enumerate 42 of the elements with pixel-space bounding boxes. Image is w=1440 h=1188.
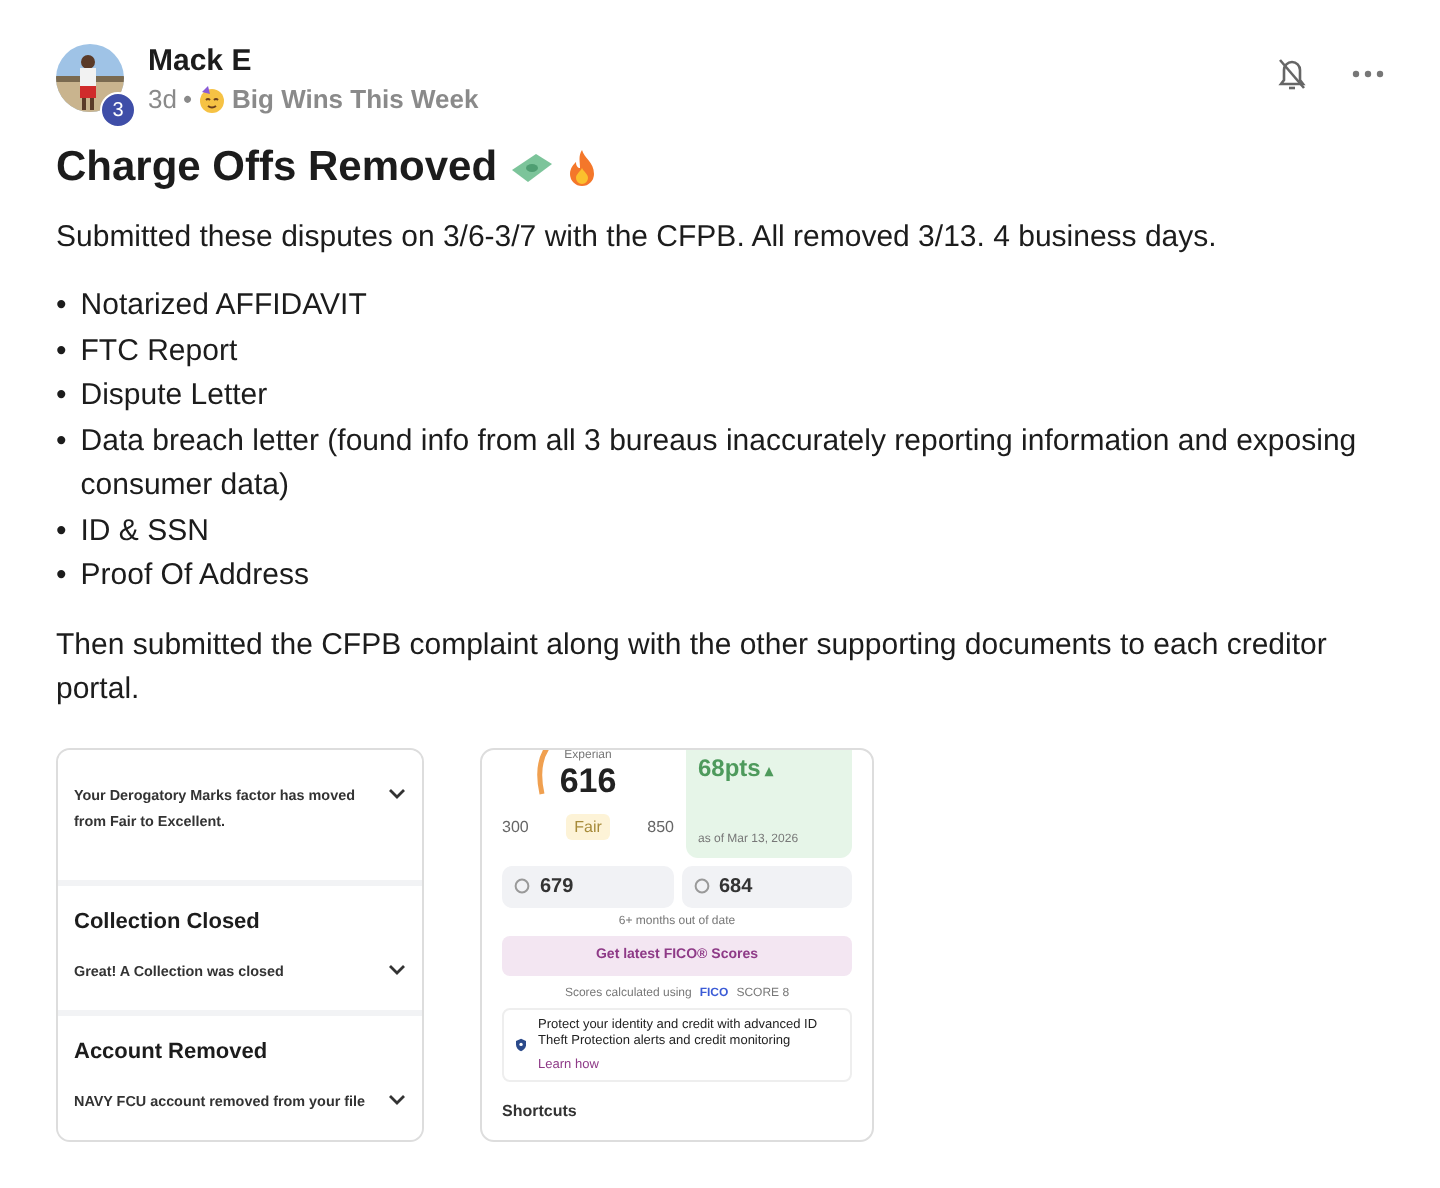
bell-off-icon[interactable] <box>1276 56 1308 92</box>
up-arrow-icon: ▴ <box>765 761 774 779</box>
shield-icon <box>516 1033 527 1055</box>
bullet-marker: • <box>56 286 67 326</box>
shortcuts-heading: Shortcuts <box>502 1101 579 1119</box>
card-heading: Account Removed <box>74 1039 270 1064</box>
list-item: Dispute Letter <box>80 376 268 416</box>
score-value: 679 <box>540 875 574 897</box>
bullet-marker: • <box>56 511 67 551</box>
post-title: Charge Offs Removed <box>56 144 498 192</box>
chevron-down-icon[interactable] <box>388 1093 406 1106</box>
scale-min: 300 <box>502 817 529 835</box>
post-age: 3d <box>148 84 177 114</box>
score-change: 68pts <box>698 753 761 781</box>
bullet-marker: • <box>56 421 67 461</box>
bullet-marker: • <box>56 376 67 416</box>
closing-paragraph: Then submitted the CFPB complaint along with the other supporting documents to each creditor portal. <box>56 625 1329 709</box>
more-icon[interactable] <box>1352 70 1384 78</box>
scale-max: 850 <box>647 817 674 835</box>
fire-icon <box>565 148 598 188</box>
bureau-logo-icon <box>514 878 530 894</box>
bullet-marker: • <box>56 331 67 371</box>
list-item: Notarized AFFIDAVIT <box>80 286 367 326</box>
bureau-logo-icon <box>693 878 709 894</box>
list-item: FTC Report <box>80 331 238 371</box>
author-name[interactable]: Mack E <box>148 44 1260 78</box>
rating-label: Fair <box>566 813 610 839</box>
list-item: Proof Of Address <box>80 556 309 596</box>
bullet-marker: • <box>56 556 67 596</box>
screenshot-attachment[interactable] <box>480 747 874 1141</box>
card-heading: Collection Closed <box>74 910 262 935</box>
chevron-down-icon[interactable] <box>388 787 406 799</box>
money-icon <box>509 152 554 184</box>
intro-paragraph: Submitted these disputes on 3/6-3/7 with the CFPB. All removed 3/13. 4 business days. <box>56 218 1219 258</box>
list-item: Data breach letter (found info from all 3 bureaus inaccurately reporting information and exposing consumer data) <box>80 421 1359 506</box>
separator-dot: • <box>182 84 193 114</box>
list-item: ID & SSN <box>80 511 209 551</box>
credit-score: 616 <box>559 761 617 801</box>
party-face-icon <box>198 85 227 113</box>
level-badge: 3 <box>100 92 136 128</box>
chevron-down-icon[interactable] <box>388 964 406 977</box>
score-value: 684 <box>719 875 753 897</box>
